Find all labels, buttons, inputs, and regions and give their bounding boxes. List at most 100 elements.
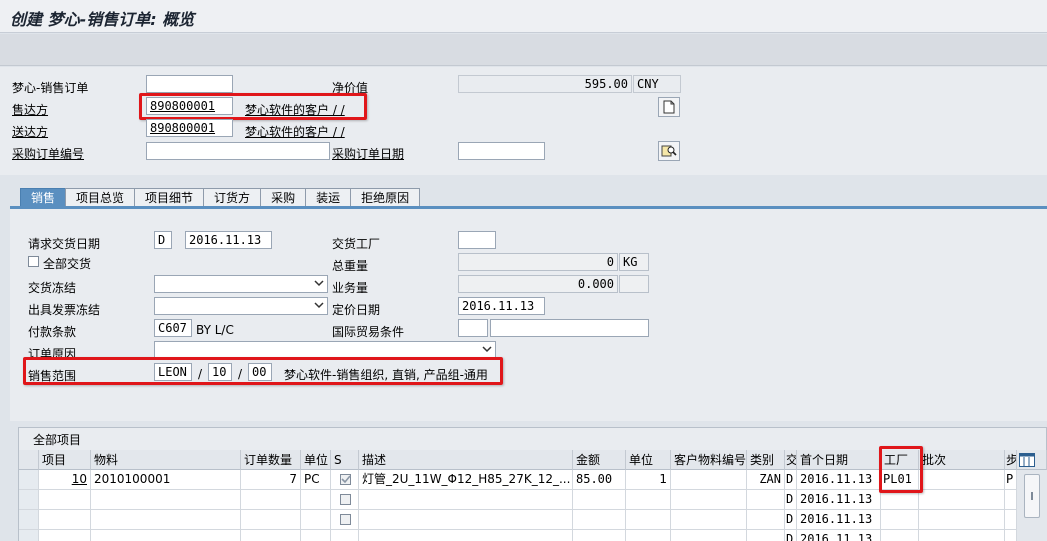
po-date-field[interactable] <box>458 142 545 160</box>
scrollbar-thumb[interactable] <box>1024 474 1040 518</box>
table-scrollbar[interactable] <box>1017 470 1047 541</box>
col-order-qty[interactable]: 订单数量 <box>241 450 301 470</box>
row-selector[interactable] <box>19 510 39 530</box>
cell-s[interactable] <box>331 490 359 510</box>
ship-to-field[interactable]: 890800001 <box>146 119 233 137</box>
cell-s[interactable] <box>331 470 359 490</box>
cell-plant[interactable] <box>881 490 919 510</box>
col-item[interactable]: 项目 <box>39 450 91 470</box>
cell-order-qty[interactable]: 7 <box>241 470 301 490</box>
col-first-date[interactable]: 首个日期 <box>797 450 881 470</box>
cell-unit[interactable] <box>301 530 331 541</box>
cell-order-qty[interactable] <box>241 490 301 510</box>
cell-first-date[interactable]: 2016.11.13 <box>797 470 881 490</box>
cell-first-date[interactable]: 2016.11.13 <box>797 510 881 530</box>
tab-sales[interactable]: 销售 <box>20 188 67 207</box>
cell-unit[interactable]: PC <box>301 470 331 490</box>
col-customer-material[interactable]: 客户物料编号 <box>671 450 747 470</box>
cell-s[interactable] <box>331 530 359 541</box>
column-settings-button[interactable] <box>1017 450 1047 470</box>
cell-s[interactable] <box>331 510 359 530</box>
cell-step[interactable]: P <box>1005 470 1017 490</box>
col-category[interactable]: 类别 <box>747 450 785 470</box>
cell-description[interactable] <box>359 490 573 510</box>
cell-customer-material[interactable] <box>671 490 747 510</box>
row-selector[interactable] <box>19 470 39 490</box>
complete-delivery-checkbox[interactable] <box>28 256 39 267</box>
cell-per-unit[interactable]: 1 <box>626 470 671 490</box>
row-selector[interactable] <box>19 490 39 510</box>
col-delivery[interactable]: 交 <box>785 450 797 470</box>
cell-unit[interactable] <box>301 510 331 530</box>
col-step[interactable]: 步 <box>1005 450 1017 470</box>
cell-item[interactable]: 10 <box>39 470 91 490</box>
cell-material[interactable] <box>91 510 241 530</box>
cell-amount[interactable]: 85.00 <box>573 470 626 490</box>
sales-order-field[interactable] <box>146 75 233 93</box>
cell-category[interactable] <box>747 490 785 510</box>
row-selector[interactable] <box>19 530 39 541</box>
cell-description[interactable] <box>359 510 573 530</box>
division-field[interactable]: 00 <box>248 363 272 381</box>
delivery-block-dropdown[interactable] <box>154 275 328 293</box>
cell-batch[interactable] <box>919 530 1005 541</box>
billing-block-dropdown[interactable] <box>154 297 328 315</box>
cell-delivery[interactable]: D <box>785 490 797 510</box>
col-description[interactable]: 描述 <box>359 450 573 470</box>
col-plant[interactable]: 工厂 <box>881 450 919 470</box>
delivery-plant-field[interactable] <box>458 231 496 249</box>
payment-terms-field[interactable]: C607 <box>154 319 192 337</box>
cell-description[interactable] <box>359 530 573 541</box>
address-search-button[interactable] <box>658 141 680 161</box>
req-delivery-date-field[interactable]: 2016.11.13 <box>185 231 272 249</box>
cell-per-unit[interactable] <box>626 530 671 541</box>
pricing-date-field[interactable]: 2016.11.13 <box>458 297 545 315</box>
cell-plant[interactable] <box>881 510 919 530</box>
cell-description[interactable]: 灯管_2U_11W_Φ12_H85_27K_12_... <box>359 470 573 490</box>
col-unit[interactable]: 单位 <box>301 450 331 470</box>
cell-delivery[interactable]: D <box>785 510 797 530</box>
cell-delivery[interactable]: D <box>785 530 797 541</box>
cell-delivery[interactable]: D <box>785 470 797 490</box>
col-material[interactable]: 物料 <box>91 450 241 470</box>
col-amount[interactable]: 金额 <box>573 450 626 470</box>
cell-category[interactable] <box>747 530 785 541</box>
col-per-unit[interactable]: 单位 <box>626 450 671 470</box>
cell-first-date[interactable]: 2016.11.13 <box>797 490 881 510</box>
cell-unit[interactable] <box>301 490 331 510</box>
cell-customer-material[interactable] <box>671 510 747 530</box>
status-checkbox[interactable] <box>340 514 351 525</box>
cell-category[interactable] <box>747 510 785 530</box>
status-checkbox[interactable] <box>340 494 351 505</box>
cell-material[interactable] <box>91 530 241 541</box>
cell-category[interactable]: ZAN <box>747 470 785 490</box>
cell-first-date[interactable]: 2016.11.13 <box>797 530 881 541</box>
cell-per-unit[interactable] <box>626 490 671 510</box>
cell-amount[interactable] <box>573 510 626 530</box>
col-s[interactable]: S <box>331 450 359 470</box>
incoterms-field-1[interactable] <box>458 319 488 337</box>
sales-org-field[interactable]: LEON <box>154 363 192 381</box>
cell-item[interactable] <box>39 530 91 541</box>
tab-ordering-party[interactable]: 订货方 <box>203 188 262 207</box>
date-format-field[interactable]: D <box>154 231 172 249</box>
cell-order-qty[interactable] <box>241 510 301 530</box>
cell-per-unit[interactable] <box>626 510 671 530</box>
cell-item[interactable] <box>39 490 91 510</box>
cell-plant[interactable] <box>881 530 919 541</box>
tab-procurement[interactable]: 采购 <box>260 188 307 207</box>
cell-material[interactable]: 2010100001 <box>91 470 241 490</box>
tab-item-overview[interactable]: 项目总览 <box>65 188 136 207</box>
order-reason-dropdown[interactable] <box>154 341 496 359</box>
cell-customer-material[interactable] <box>671 470 747 490</box>
cell-amount[interactable] <box>573 530 626 541</box>
cell-customer-material[interactable] <box>671 530 747 541</box>
cell-amount[interactable] <box>573 490 626 510</box>
cell-order-qty[interactable] <box>241 530 301 541</box>
cell-batch[interactable] <box>919 510 1005 530</box>
dist-channel-field[interactable]: 10 <box>208 363 232 381</box>
cell-step[interactable] <box>1005 490 1017 510</box>
cell-batch[interactable] <box>919 490 1005 510</box>
col-batch[interactable]: 批次 <box>919 450 1005 470</box>
cell-step[interactable] <box>1005 530 1017 541</box>
